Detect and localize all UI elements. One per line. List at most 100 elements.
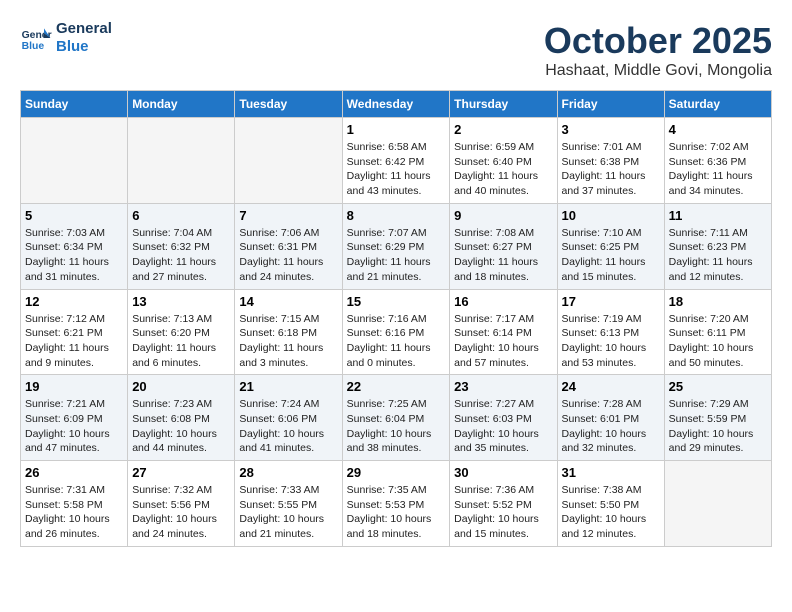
logo: General Blue General Blue	[20, 20, 112, 56]
day-number: 5	[25, 208, 123, 223]
calendar-cell: 9 Sunrise: 7:08 AMSunset: 6:27 PMDaylight…	[450, 203, 557, 289]
day-number: 13	[132, 294, 230, 309]
calendar-cell: 29 Sunrise: 7:35 AMSunset: 5:53 PMDayligh…	[342, 461, 450, 547]
calendar-cell: 25 Sunrise: 7:29 AMSunset: 5:59 PMDayligh…	[664, 375, 771, 461]
day-info: Sunrise: 7:10 AMSunset: 6:25 PMDaylight:…	[562, 226, 660, 285]
day-number: 23	[454, 379, 552, 394]
calendar-cell: 8 Sunrise: 7:07 AMSunset: 6:29 PMDaylight…	[342, 203, 450, 289]
day-header-sunday: Sunday	[21, 91, 128, 118]
day-number: 26	[25, 465, 123, 480]
calendar-week-row: 26Sunrise: 7:31 AMSunset: 5:58 PMDayligh…	[21, 461, 772, 547]
title-block: October 2025 Hashaat, Middle Govi, Mongo…	[544, 20, 772, 80]
svg-text:Blue: Blue	[22, 41, 45, 52]
day-number: 4	[669, 122, 767, 137]
calendar-cell: 28Sunrise: 7:33 AMSunset: 5:55 PMDayligh…	[235, 461, 342, 547]
logo-blue: Blue	[56, 38, 112, 56]
day-info: Sunrise: 7:16 AMSunset: 6:16 PMDaylight:…	[347, 312, 446, 371]
day-number: 7	[239, 208, 337, 223]
day-number: 16	[454, 294, 552, 309]
day-info: Sunrise: 7:35 AMSunset: 5:53 PMDaylight:…	[347, 483, 446, 542]
day-header-friday: Friday	[557, 91, 664, 118]
day-number: 10	[562, 208, 660, 223]
calendar-cell: 27 Sunrise: 7:32 AMSunset: 5:56 PMDayligh…	[128, 461, 235, 547]
day-number: 28	[239, 465, 337, 480]
calendar-table: SundayMondayTuesdayWednesdayThursdayFrid…	[20, 90, 772, 547]
calendar-cell: 2 Sunrise: 6:59 AMSunset: 6:40 PMDaylight…	[450, 118, 557, 204]
day-header-thursday: Thursday	[450, 91, 557, 118]
day-number: 22	[347, 379, 446, 394]
month-title: October 2025	[544, 20, 772, 62]
calendar-cell: 7 Sunrise: 7:06 AMSunset: 6:31 PMDaylight…	[235, 203, 342, 289]
calendar-cell	[21, 118, 128, 204]
day-number: 11	[669, 208, 767, 223]
calendar-cell: 1Sunrise: 6:58 AMSunset: 6:42 PMDaylight…	[342, 118, 450, 204]
day-number: 3	[562, 122, 660, 137]
day-header-monday: Monday	[128, 91, 235, 118]
day-info: Sunrise: 7:17 AMSunset: 6:14 PMDaylight:…	[454, 312, 552, 371]
day-info: Sunrise: 7:11 AMSunset: 6:23 PMDaylight:…	[669, 226, 767, 285]
day-info: Sunrise: 7:36 AMSunset: 5:52 PMDaylight:…	[454, 483, 552, 542]
calendar-cell	[235, 118, 342, 204]
calendar-week-row: 12 Sunrise: 7:12 AMSunset: 6:21 PMDayligh…	[21, 289, 772, 375]
calendar-cell: 3 Sunrise: 7:01 AMSunset: 6:38 PMDaylight…	[557, 118, 664, 204]
day-number: 19	[25, 379, 123, 394]
day-header-saturday: Saturday	[664, 91, 771, 118]
day-number: 29	[347, 465, 446, 480]
day-info: Sunrise: 7:19 AMSunset: 6:13 PMDaylight:…	[562, 312, 660, 371]
day-info: Sunrise: 7:06 AMSunset: 6:31 PMDaylight:…	[239, 226, 337, 285]
day-number: 18	[669, 294, 767, 309]
day-info: Sunrise: 7:20 AMSunset: 6:11 PMDaylight:…	[669, 312, 767, 371]
calendar-header-row: SundayMondayTuesdayWednesdayThursdayFrid…	[21, 91, 772, 118]
calendar-cell: 13 Sunrise: 7:13 AMSunset: 6:20 PMDayligh…	[128, 289, 235, 375]
calendar-cell	[664, 461, 771, 547]
day-info: Sunrise: 6:58 AMSunset: 6:42 PMDaylight:…	[347, 140, 446, 199]
day-info: Sunrise: 7:25 AMSunset: 6:04 PMDaylight:…	[347, 397, 446, 456]
calendar-cell: 23Sunrise: 7:27 AMSunset: 6:03 PMDayligh…	[450, 375, 557, 461]
day-info: Sunrise: 7:04 AMSunset: 6:32 PMDaylight:…	[132, 226, 230, 285]
day-number: 9	[454, 208, 552, 223]
day-number: 6	[132, 208, 230, 223]
calendar-cell: 5 Sunrise: 7:03 AMSunset: 6:34 PMDaylight…	[21, 203, 128, 289]
day-info: Sunrise: 7:08 AMSunset: 6:27 PMDaylight:…	[454, 226, 552, 285]
calendar-cell: 17Sunrise: 7:19 AMSunset: 6:13 PMDayligh…	[557, 289, 664, 375]
day-info: Sunrise: 6:59 AMSunset: 6:40 PMDaylight:…	[454, 140, 552, 199]
day-info: Sunrise: 7:03 AMSunset: 6:34 PMDaylight:…	[25, 226, 123, 285]
calendar-cell: 14Sunrise: 7:15 AMSunset: 6:18 PMDayligh…	[235, 289, 342, 375]
day-info: Sunrise: 7:12 AMSunset: 6:21 PMDaylight:…	[25, 312, 123, 371]
day-info: Sunrise: 7:28 AMSunset: 6:01 PMDaylight:…	[562, 397, 660, 456]
day-info: Sunrise: 7:01 AMSunset: 6:38 PMDaylight:…	[562, 140, 660, 199]
calendar-cell: 15Sunrise: 7:16 AMSunset: 6:16 PMDayligh…	[342, 289, 450, 375]
logo-icon: General Blue	[20, 22, 52, 54]
calendar-cell: 6 Sunrise: 7:04 AMSunset: 6:32 PMDaylight…	[128, 203, 235, 289]
day-info: Sunrise: 7:13 AMSunset: 6:20 PMDaylight:…	[132, 312, 230, 371]
calendar-cell: 16 Sunrise: 7:17 AMSunset: 6:14 PMDayligh…	[450, 289, 557, 375]
calendar-week-row: 1Sunrise: 6:58 AMSunset: 6:42 PMDaylight…	[21, 118, 772, 204]
day-number: 20	[132, 379, 230, 394]
calendar-cell	[128, 118, 235, 204]
calendar-cell: 24 Sunrise: 7:28 AMSunset: 6:01 PMDayligh…	[557, 375, 664, 461]
day-number: 31	[562, 465, 660, 480]
calendar-cell: 4Sunrise: 7:02 AMSunset: 6:36 PMDaylight…	[664, 118, 771, 204]
day-number: 24	[562, 379, 660, 394]
day-header-tuesday: Tuesday	[235, 91, 342, 118]
day-info: Sunrise: 7:07 AMSunset: 6:29 PMDaylight:…	[347, 226, 446, 285]
calendar-cell: 11 Sunrise: 7:11 AMSunset: 6:23 PMDayligh…	[664, 203, 771, 289]
day-number: 2	[454, 122, 552, 137]
logo-general: General	[56, 20, 112, 38]
calendar-cell: 12 Sunrise: 7:12 AMSunset: 6:21 PMDayligh…	[21, 289, 128, 375]
calendar-week-row: 5 Sunrise: 7:03 AMSunset: 6:34 PMDaylight…	[21, 203, 772, 289]
calendar-week-row: 19 Sunrise: 7:21 AMSunset: 6:09 PMDayligh…	[21, 375, 772, 461]
page-header: General Blue General Blue October 2025 H…	[20, 20, 772, 80]
day-number: 25	[669, 379, 767, 394]
calendar-cell: 31Sunrise: 7:38 AMSunset: 5:50 PMDayligh…	[557, 461, 664, 547]
day-number: 12	[25, 294, 123, 309]
day-number: 8	[347, 208, 446, 223]
day-number: 30	[454, 465, 552, 480]
day-info: Sunrise: 7:15 AMSunset: 6:18 PMDaylight:…	[239, 312, 337, 371]
calendar-cell: 30 Sunrise: 7:36 AMSunset: 5:52 PMDayligh…	[450, 461, 557, 547]
location-title: Hashaat, Middle Govi, Mongolia	[544, 62, 772, 80]
day-info: Sunrise: 7:29 AMSunset: 5:59 PMDaylight:…	[669, 397, 767, 456]
day-number: 27	[132, 465, 230, 480]
day-info: Sunrise: 7:32 AMSunset: 5:56 PMDaylight:…	[132, 483, 230, 542]
day-info: Sunrise: 7:21 AMSunset: 6:09 PMDaylight:…	[25, 397, 123, 456]
